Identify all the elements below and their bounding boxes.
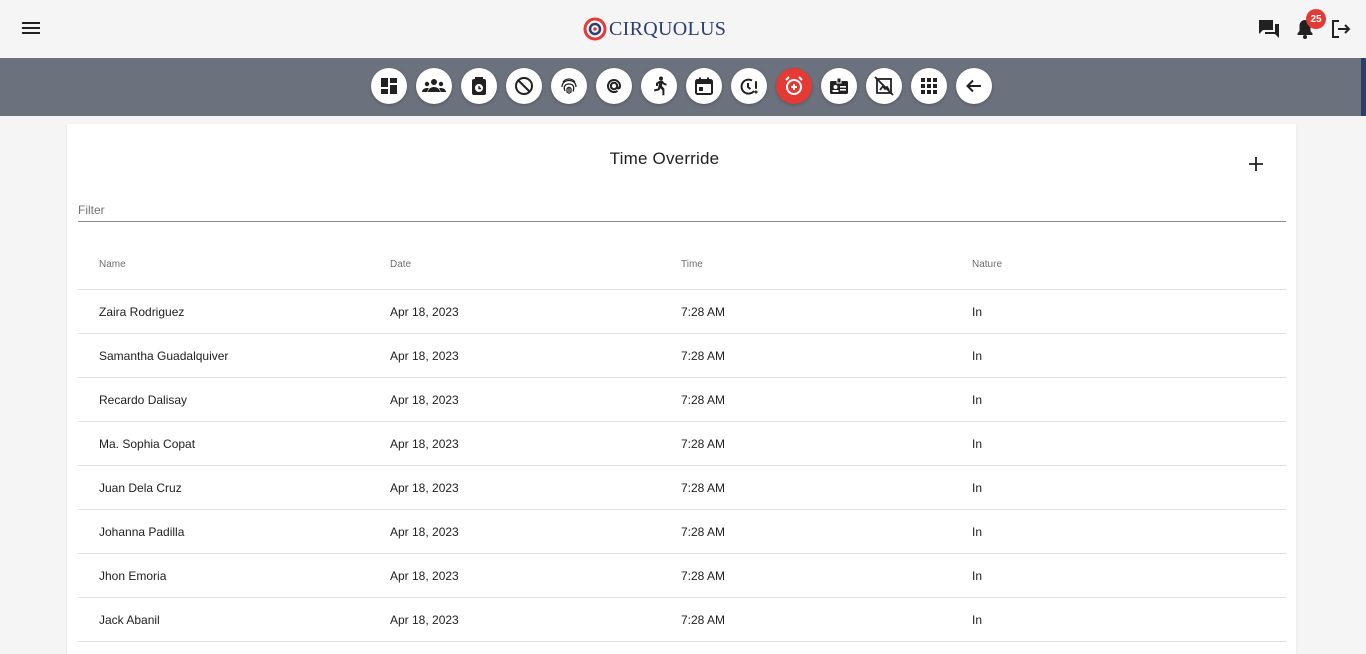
table-row[interactable]: Samantha Guadalquiver Apr 18, 2023 7:28 … <box>78 334 1286 378</box>
table-row[interactable]: Jack Abanil Apr 18, 2023 7:28 AM In <box>78 598 1286 642</box>
apps-grid-icon[interactable] <box>911 68 947 104</box>
cell-date: Apr 18, 2023 <box>390 348 459 363</box>
cell-name: Jack Abanil <box>99 612 160 627</box>
groups-icon[interactable] <box>416 68 452 104</box>
cell-date: Apr 18, 2023 <box>390 480 459 495</box>
cell-date: Apr 18, 2023 <box>390 304 459 319</box>
no-picture-icon[interactable] <box>866 68 902 104</box>
dashboard-icon[interactable] <box>371 68 407 104</box>
notification-badge: 25 <box>1306 9 1326 29</box>
fingerprint-icon[interactable] <box>551 68 587 104</box>
top-app-bar: CIRQUOLUS 25 <box>0 0 1366 58</box>
cell-time: 7:28 AM <box>681 524 726 539</box>
alarm-add-icon[interactable] <box>776 68 812 104</box>
at-sign-icon[interactable] <box>596 68 632 104</box>
time-clock-icon[interactable] <box>461 68 497 104</box>
cell-date: Apr 18, 2023 <box>390 612 459 627</box>
column-header-time[interactable]: Time <box>660 259 951 270</box>
calendar-icon[interactable] <box>686 68 722 104</box>
chat-icon[interactable] <box>1257 17 1281 41</box>
cell-name: Johanna Padilla <box>99 524 185 539</box>
cell-time: 7:28 AM <box>681 568 726 583</box>
cell-name: Zaira Rodriguez <box>99 304 185 319</box>
cell-name: Ma. Sophia Copat <box>99 436 196 451</box>
module-toolbar <box>0 58 1366 116</box>
menu-icon[interactable] <box>21 17 43 39</box>
vertical-scrollbar[interactable] <box>1361 116 1366 646</box>
column-header-name[interactable]: Name <box>78 259 369 270</box>
cell-date: Apr 18, 2023 <box>390 524 459 539</box>
cell-time: 7:28 AM <box>681 304 726 319</box>
cell-time: 7:28 AM <box>681 612 726 627</box>
arrow-back-icon[interactable] <box>956 68 992 104</box>
running-person-icon[interactable] <box>641 68 677 104</box>
cell-nature: In <box>972 348 983 363</box>
time-override-card: Time Override Name Date Time Nature Zair… <box>67 124 1296 654</box>
id-badge-icon[interactable] <box>821 68 857 104</box>
cell-date: Apr 18, 2023 <box>390 436 459 451</box>
cell-time: 7:28 AM <box>681 480 726 495</box>
table-row[interactable]: Juan Dela Cruz Apr 18, 2023 7:28 AM In <box>78 466 1286 510</box>
cell-nature: In <box>972 524 983 539</box>
cell-date: Apr 18, 2023 <box>390 392 459 407</box>
cell-name: Samantha Guadalquiver <box>99 348 229 363</box>
page-title: Time Override <box>609 149 720 168</box>
filter-input[interactable] <box>78 198 1286 222</box>
cell-nature: In <box>972 436 983 451</box>
time-override-table: Name Date Time Nature Zaira Rodriguez Ap… <box>78 240 1286 642</box>
add-icon[interactable] <box>1244 152 1268 176</box>
table-header: Name Date Time Nature <box>78 240 1286 290</box>
table-row[interactable]: Johanna Padilla Apr 18, 2023 7:28 AM In <box>78 510 1286 554</box>
table-row[interactable]: Ma. Sophia Copat Apr 18, 2023 7:28 AM In <box>78 422 1286 466</box>
cell-nature: In <box>972 392 983 407</box>
table-row[interactable]: Recardo Dalisay Apr 18, 2023 7:28 AM In <box>78 378 1286 422</box>
cell-name: Juan Dela Cruz <box>99 480 182 495</box>
timer-alert-icon[interactable] <box>731 68 767 104</box>
cell-time: 7:28 AM <box>681 436 726 451</box>
cell-time: 7:28 AM <box>681 348 726 363</box>
cell-nature: In <box>972 612 983 627</box>
table-row[interactable]: Zaira Rodriguez Apr 18, 2023 7:28 AM In <box>78 290 1286 334</box>
app-logo[interactable]: CIRQUOLUS <box>583 16 726 42</box>
cell-nature: In <box>972 568 983 583</box>
logout-icon[interactable] <box>1329 17 1353 41</box>
column-header-date[interactable]: Date <box>369 259 660 270</box>
column-header-nature[interactable]: Nature <box>951 259 1286 270</box>
cell-date: Apr 18, 2023 <box>390 568 459 583</box>
logo-text: CIRQUOLUS <box>609 17 727 40</box>
blocked-icon[interactable] <box>506 68 542 104</box>
cell-name: Jhon Emoria <box>99 568 167 583</box>
cell-time: 7:28 AM <box>681 392 726 407</box>
scrollbar-thumb[interactable] <box>1361 58 1366 116</box>
cell-nature: In <box>972 480 983 495</box>
cell-name: Recardo Dalisay <box>99 392 188 407</box>
cell-nature: In <box>972 304 983 319</box>
logo-mark-icon <box>583 17 607 41</box>
table-row[interactable]: Jhon Emoria Apr 18, 2023 7:28 AM In <box>78 554 1286 598</box>
